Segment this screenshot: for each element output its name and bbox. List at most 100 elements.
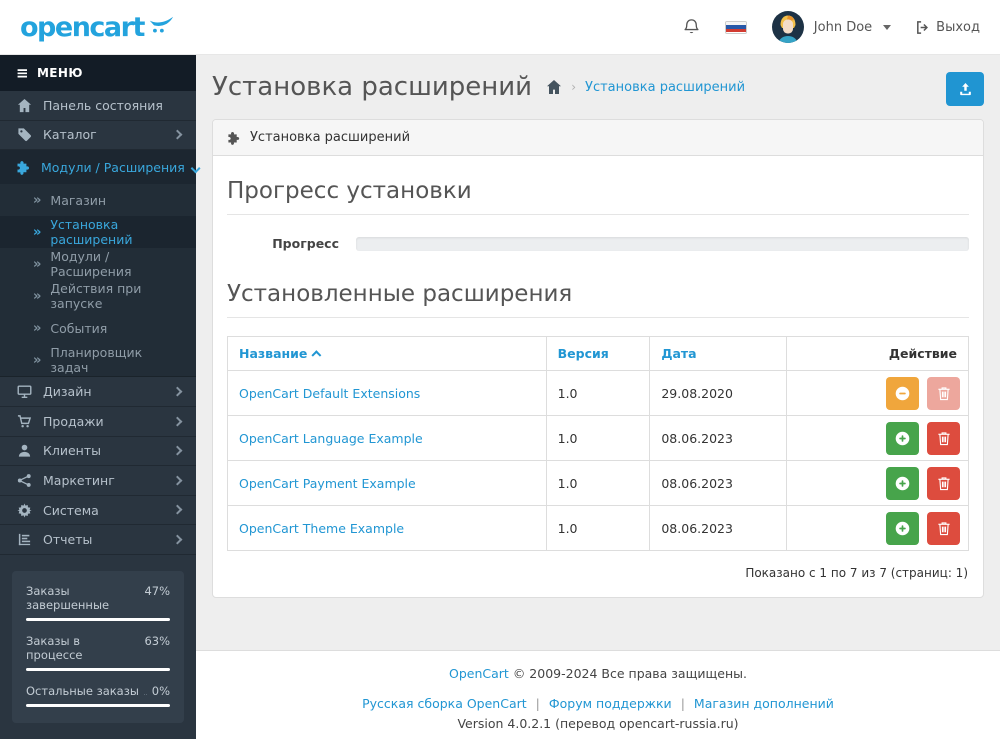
footer: OpenCart © 2009-2024 Все права защищены. … [196,650,1000,739]
chevron-right-icon [172,504,183,516]
install-progress-bar [356,236,969,251]
notifications-button[interactable] [682,17,701,37]
footer-version: Version 4.0.2.1 (перевод opencart-russia… [457,716,739,731]
stat-value: 63% [144,634,170,648]
sort-by-version-link[interactable]: Версия [558,346,609,361]
opencart-footer-link[interactable]: OpenCart [449,666,509,681]
logo-text: opencart [20,11,145,43]
opencart-logo[interactable]: opencart [20,12,174,43]
main-content: Установка расширений › Установка расшире… [196,55,1000,739]
logout-button[interactable]: Выход [915,20,980,35]
extension-name-link[interactable]: OpenCart Language Example [239,431,423,446]
sidebar-subitem-cron[interactable]: » Планировщик задач [0,344,196,376]
chevron-right-icon [172,475,183,486]
delete-button[interactable] [927,511,960,545]
extension-version: 1.0 [545,505,651,551]
sidebar-item-extensions[interactable]: Модули / Расширения [0,150,201,185]
stat-value: 47% [144,584,170,598]
installed-extensions-table: Название Версия Дата Действие OpenCart D… [227,336,969,551]
sidebar-item-system[interactable]: Система [0,496,196,526]
panel-body: Прогресс установки Прогресс Установленны… [213,156,983,597]
double-angle-icon: » [33,224,42,240]
delete-button[interactable] [927,421,960,455]
chevron-right-icon [172,416,183,427]
desktop-icon [16,384,33,399]
sidebar-subitem-extensions[interactable]: » Модули / Расширения [0,248,196,280]
cart-swoosh-icon [149,16,173,33]
delete-button[interactable] [927,466,960,500]
dotted-leader [143,694,147,695]
install-button[interactable] [886,466,920,500]
delete-button-disabled[interactable] [927,376,960,410]
share-icon [16,473,33,488]
sidebar-item-reports[interactable]: Отчеты [0,525,196,555]
installer-panel: Установка расширений Прогресс установки … [212,119,984,598]
double-angle-icon: » [33,192,42,208]
footer-link-support-forum[interactable]: Форум поддержки [549,696,672,711]
sidebar-item-sales[interactable]: Продажи [0,407,196,437]
footer-separator: | [535,696,540,711]
sidebar-item-customers[interactable]: Клиенты [0,437,196,467]
install-button[interactable] [886,511,920,545]
gear-icon [16,503,33,518]
extension-version: 1.0 [545,415,651,461]
trash-icon [937,521,950,535]
extension-date: 08.06.2023 [649,415,788,461]
uninstall-button[interactable] [886,376,920,410]
home-icon [16,98,33,113]
footer-link-russian-build[interactable]: Русская сборка OpenCart [362,696,527,711]
sidebar-item-marketing[interactable]: Маркетинг [0,466,196,496]
install-button[interactable] [886,421,920,455]
double-angle-icon: » [33,288,42,304]
breadcrumb-home-link[interactable] [546,79,562,95]
table-row: OpenCart Default Extensions 1.0 29.08.20… [227,370,969,416]
breadcrumb-current-link[interactable]: Установка расширений [585,80,745,95]
logout-icon [917,20,929,34]
bell-icon [684,19,699,34]
sort-by-name-link[interactable]: Название [239,346,322,361]
order-stats-panel: Заказы завершенные 47% Заказы в процессе… [12,571,184,723]
extension-name-link[interactable]: OpenCart Default Extensions [239,386,420,401]
chevron-right-icon [172,386,183,397]
logout-label: Выход [936,19,980,35]
panel-heading-label: Установка расширений [250,130,411,145]
stat-label: Заказы завершенные [26,584,110,612]
panel-heading: Установка расширений [213,120,983,156]
stat-label: Заказы в процессе [26,634,83,662]
trash-icon [937,431,950,445]
sidebar-subitem-installer[interactable]: » Установка расширений [0,216,196,249]
chevron-right-icon [172,534,183,545]
upload-extension-button[interactable] [946,72,984,106]
avatar [771,11,804,43]
sort-by-date-link[interactable]: Дата [661,346,696,361]
extension-version: 1.0 [545,370,651,416]
stat-progress-bar [26,704,170,707]
progress-row: Прогресс [227,236,969,251]
language-selector[interactable] [724,20,747,34]
sidebar-item-design[interactable]: Дизайн [0,377,196,407]
tag-icon [16,127,33,142]
table-row: OpenCart Theme Example 1.0 08.06.2023 [227,505,969,551]
user-menu[interactable]: John Doe [771,10,892,44]
copyright-line: OpenCart © 2009-2024 Все права защищены. [206,666,990,681]
upload-icon [959,82,971,95]
sidebar-item-dashboard[interactable]: Панель состояния [0,91,196,121]
sidebar-item-catalog[interactable]: Каталог [0,121,196,151]
report-chart-icon [16,532,33,547]
stat-row: Заказы завершенные 47% [26,584,170,612]
stat-progress-bar [26,668,170,671]
table-row: OpenCart Language Example 1.0 08.06.2023 [227,415,969,461]
progress-section-title: Прогресс установки [227,178,969,215]
double-angle-icon: » [33,256,42,272]
chevron-right-icon [172,445,183,456]
sidebar-subitem-startup[interactable]: » Действия при запуске [0,280,196,312]
home-icon [547,80,562,94]
extension-name-link[interactable]: OpenCart Payment Example [239,476,416,491]
footer-link-extension-store[interactable]: Магазин дополнений [694,696,834,711]
sidebar-subitem-marketplace[interactable]: » Магазин [0,184,196,216]
extension-date: 29.08.2020 [649,370,788,416]
menu-header[interactable]: ≡ МЕНЮ [0,55,196,91]
sidebar-subitem-events[interactable]: » События [0,312,196,344]
extension-name-link[interactable]: OpenCart Theme Example [239,521,404,536]
copyright-text: © 2009-2024 Все права защищены. [512,666,747,681]
